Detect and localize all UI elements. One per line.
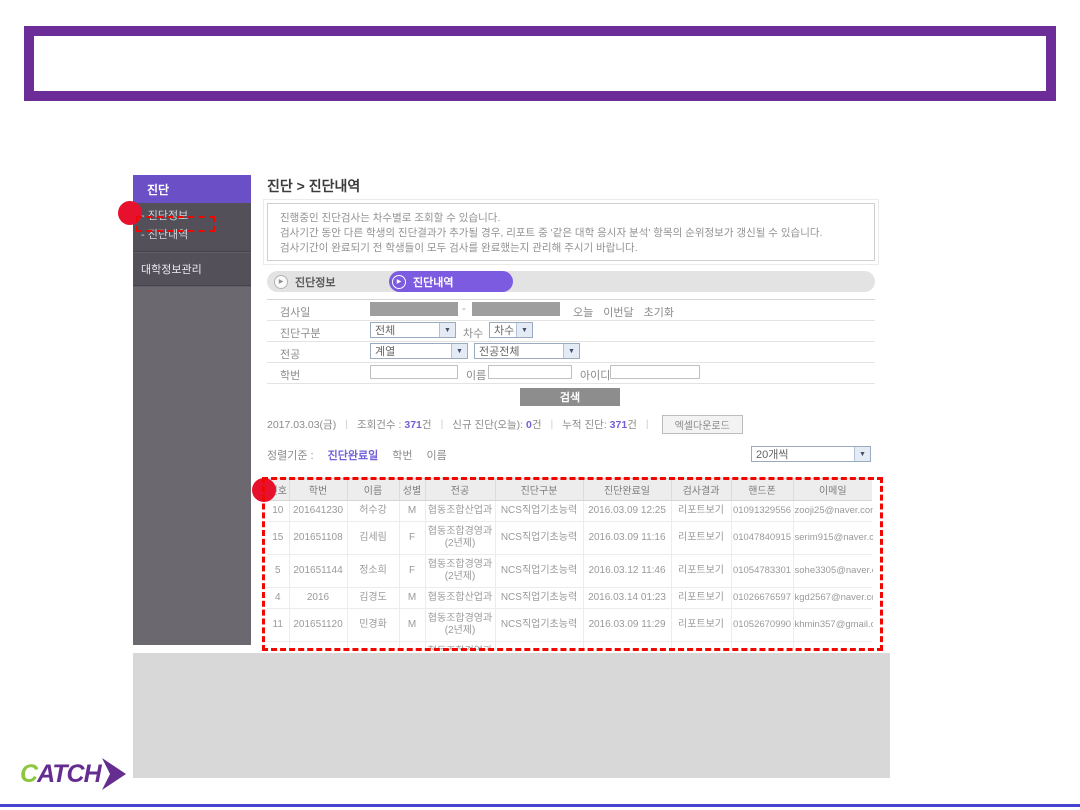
sidebar-header: 진단 (133, 175, 251, 203)
round-select[interactable]: 차수 ▼ (489, 322, 533, 338)
excel-download-button[interactable]: 엑셀다운로드 (662, 415, 743, 434)
stat-item: 조회건수 : 371건 (357, 417, 432, 432)
date-quick-links: 오늘 이번달 초기화 (573, 304, 674, 320)
notice-line: 진행중인 진단검사는 차수별로 조회할 수 있습니다. (280, 211, 862, 226)
form-row-student: 학번 이름 아이디 (267, 363, 875, 384)
separator: | (441, 418, 444, 430)
annotation-dashed-box-table (262, 477, 883, 651)
footer-gray-panel (133, 653, 890, 778)
select-value: 20개씩 (756, 446, 788, 462)
stat-unit: 건 (422, 419, 432, 431)
round-label: 차수 (463, 325, 483, 341)
field-label: 학번 (280, 367, 300, 383)
select-value: 계열 (375, 343, 395, 359)
tab-label: 진단정보 (295, 274, 335, 290)
name-input[interactable] (488, 365, 572, 379)
sort-key-student-id[interactable]: 학번 (392, 447, 412, 463)
catch-logo: CATCH (20, 757, 127, 791)
sidebar-divider (133, 285, 251, 287)
chevron-down-icon: ▼ (563, 344, 579, 358)
chevron-down-icon: ▼ (439, 323, 455, 337)
separator: | (345, 418, 348, 430)
sort-bar: 정렬기준 : 진단완료일 학번 이름 20개씩 ▼ (267, 446, 875, 464)
notice-line: 검사기간이 완료되기 전 학생들이 모두 검사를 완료했는지 관리해 주시기 바… (280, 241, 862, 256)
stat-item: 누적 진단: 371건 (562, 417, 637, 432)
form-row-major: 전공 계열 ▼ 전공전체 ▼ (267, 342, 875, 363)
sidebar: 진단 - 진단정보 - 진단내역 대학정보관리 (133, 175, 251, 645)
student-id-input[interactable] (370, 365, 458, 379)
sort-label: 정렬기준 : (267, 447, 314, 463)
sidebar-item-university-info[interactable]: 대학정보관리 (133, 253, 251, 285)
tab-diagnosis-info[interactable]: ▶ 진단정보 (274, 271, 335, 292)
stat-unit: 건 (532, 419, 542, 431)
bottom-accent-line (0, 804, 1080, 807)
date-from-input[interactable] (370, 302, 458, 316)
separator: | (646, 418, 649, 430)
chevron-down-icon: ▼ (516, 323, 532, 337)
page-canvas: 진단 - 진단정보 - 진단내역 대학정보관리 진단 > 진단내역 진행중인 진… (0, 0, 1080, 810)
logo-letters: ATCH (37, 760, 101, 788)
reset-link[interactable]: 초기화 (644, 304, 674, 320)
this-month-link[interactable]: 이번달 (603, 304, 633, 320)
select-value: 차수 (494, 322, 514, 338)
page-size-select[interactable]: 20개씩 ▼ (751, 446, 871, 462)
today-link[interactable]: 오늘 (573, 304, 593, 320)
sort-key-completed-date[interactable]: 진단완료일 (328, 447, 379, 463)
stat-label: 신규 진단(오늘): (452, 419, 523, 431)
stat-value: 371 (404, 419, 422, 431)
select-value: 전공전체 (479, 343, 519, 359)
annotation-dashed-box-sidebar (136, 216, 215, 232)
logo-text: CATCH (20, 762, 101, 787)
select-value: 전체 (375, 322, 395, 338)
separator: | (551, 418, 554, 430)
breadcrumb: 진단 > 진단내역 (267, 176, 360, 196)
stat-item: 신규 진단(오늘): 0건 (452, 417, 541, 432)
play-icon: ▶ (392, 275, 406, 289)
field-label: 검사일 (280, 304, 310, 320)
diagnosis-type-select[interactable]: 전체 ▼ (370, 322, 456, 338)
tab-bar: ▶ 진단정보 ▶ 진단내역 (267, 271, 875, 292)
top-banner-box (24, 26, 1056, 101)
stat-label: 누적 진단: (562, 419, 606, 431)
notice-box: 진행중인 진단검사는 차수별로 조회할 수 있습니다. 검사기간 동안 다른 학… (267, 203, 875, 261)
field-label: 진단구분 (280, 325, 320, 341)
stats-date: 2017.03.03(금) (267, 417, 336, 432)
major-category-select[interactable]: 계열 ▼ (370, 343, 468, 359)
userid-label: 아이디 (580, 367, 610, 383)
tab-label: 진단내역 (413, 274, 453, 290)
userid-input[interactable] (610, 365, 700, 379)
date-range-dash: - (462, 303, 466, 315)
notice-line: 검사기간 동안 다른 학생의 진단결과가 추가될 경우, 리포트 중 '같은 대… (280, 226, 862, 241)
search-form: 검사일 - 오늘 이번달 초기화 진단구분 전체 ▼ 차수 차수 ▼ 전공 (267, 299, 875, 384)
name-label: 이름 (466, 367, 486, 383)
form-row-test-date: 검사일 - 오늘 이번달 초기화 (267, 300, 875, 321)
date-to-input[interactable] (472, 302, 560, 316)
field-label: 전공 (280, 346, 300, 362)
search-button[interactable]: 검색 (520, 388, 620, 406)
major-select[interactable]: 전공전체 ▼ (474, 343, 580, 359)
stats-bar: 2017.03.03(금) | 조회건수 : 371건 | 신규 진단(오늘):… (267, 416, 875, 432)
tab-diagnosis-history[interactable]: ▶ 진단내역 (389, 271, 513, 292)
play-icon: ▶ (274, 275, 288, 289)
chevron-down-icon: ▼ (854, 447, 870, 461)
stat-unit: 건 (627, 419, 637, 431)
sort-key-name[interactable]: 이름 (426, 447, 446, 463)
chevron-down-icon: ▼ (451, 344, 467, 358)
stat-value: 371 (610, 419, 628, 431)
form-row-diagnosis-type: 진단구분 전체 ▼ 차수 차수 ▼ (267, 321, 875, 342)
logo-arrow-icon (101, 757, 127, 791)
logo-letter-c: C (20, 760, 37, 788)
stat-label: 조회건수 : (357, 419, 401, 431)
